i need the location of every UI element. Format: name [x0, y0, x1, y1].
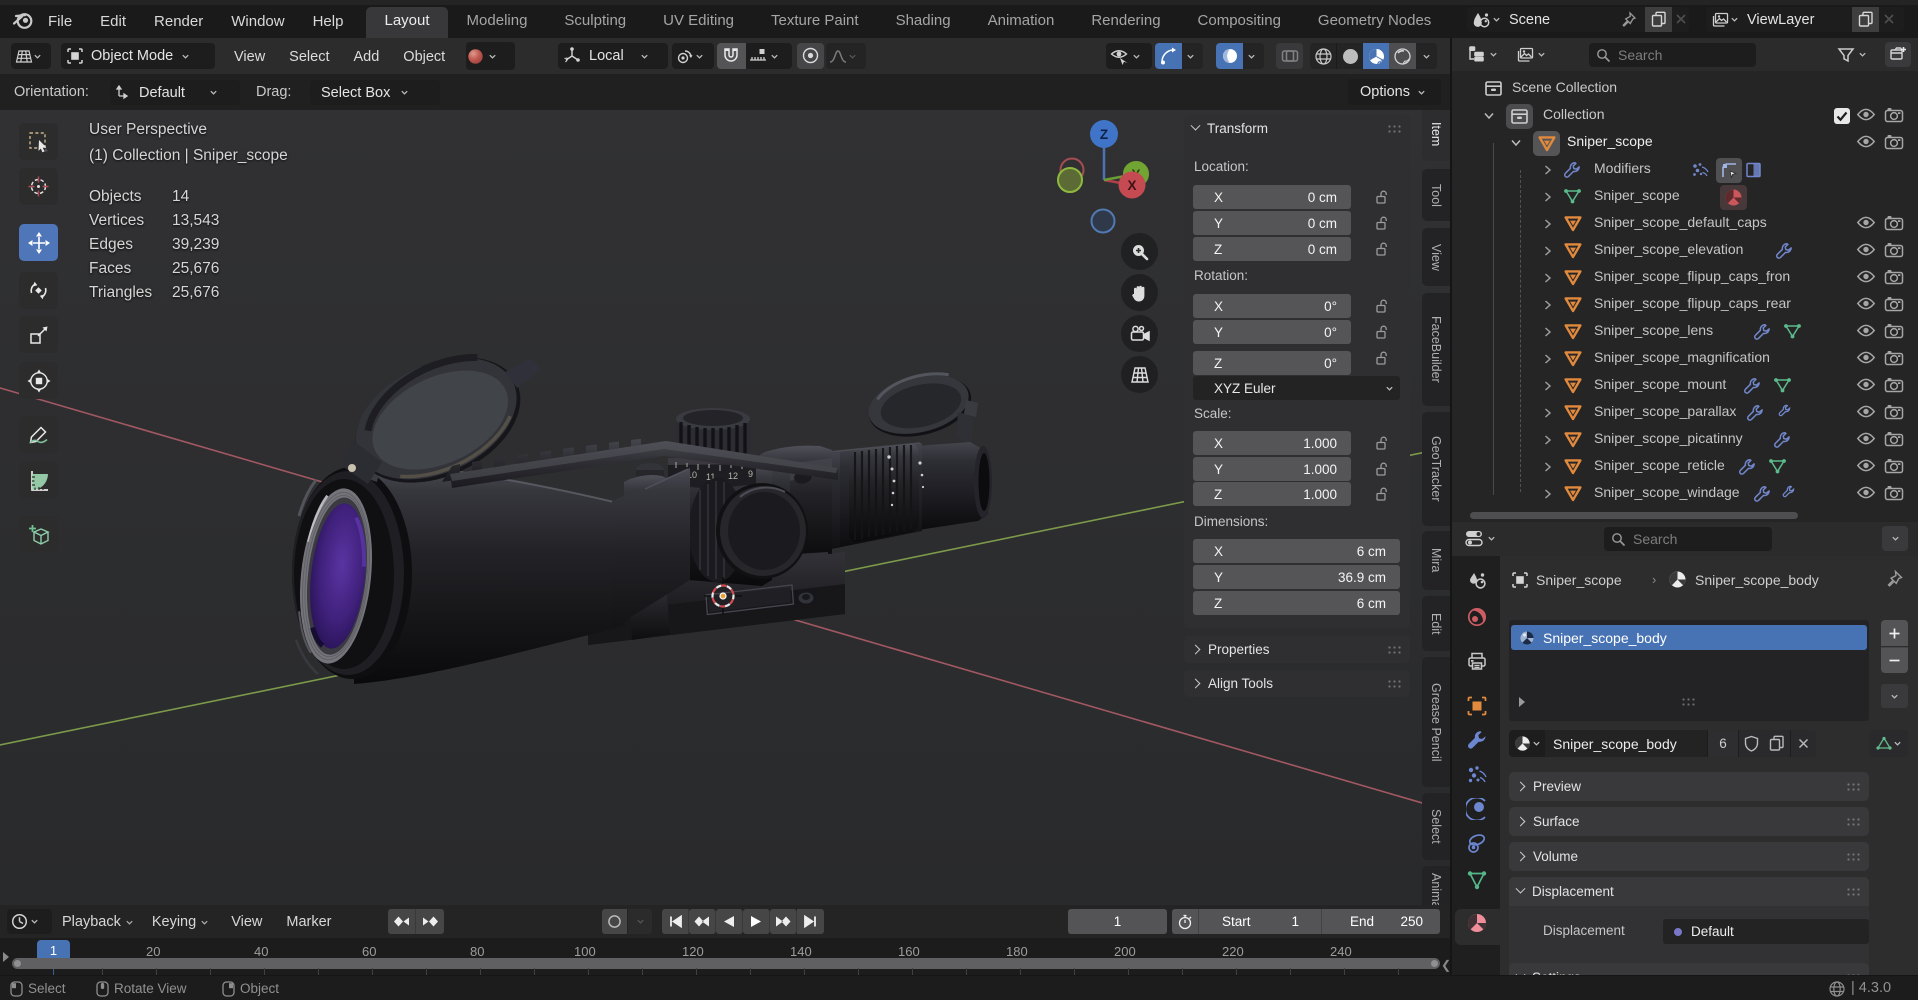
svg-text:X: X: [1127, 178, 1136, 193]
svg-text:Z: Z: [1100, 127, 1108, 142]
svg-text:9: 9: [748, 469, 753, 479]
svg-text:12: 12: [728, 471, 738, 481]
